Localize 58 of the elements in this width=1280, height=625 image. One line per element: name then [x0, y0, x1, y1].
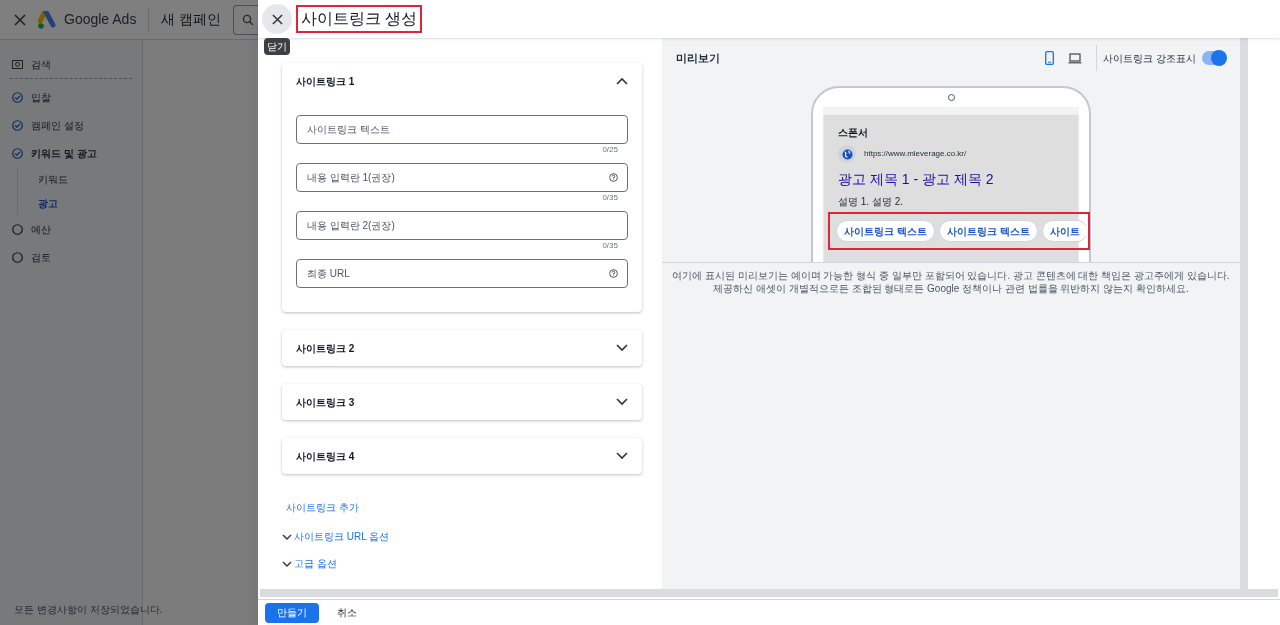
close-icon[interactable] — [14, 13, 26, 26]
sidebar-subitem[interactable]: 키워드 — [18, 167, 142, 191]
tooltip: 닫기 — [264, 38, 290, 55]
chevron-down-icon — [282, 560, 292, 567]
panel-title: 사이트링크 생성 — [298, 7, 421, 31]
sitelink-chip[interactable]: 사이트 — [1041, 220, 1086, 242]
help-icon — [609, 173, 618, 182]
sponsor-label: 스폰서 — [838, 126, 869, 140]
close-button[interactable] — [262, 4, 292, 34]
input-field[interactable]: 사이트링크 텍스트 — [296, 115, 628, 144]
sitelink-title: 사이트링크 1 — [296, 74, 355, 89]
help-icon — [609, 269, 618, 278]
sidebar-subitem[interactable]: 광고 — [18, 191, 142, 215]
horizontal-scrollbar[interactable] — [260, 589, 1278, 597]
create-button[interactable]: 만들기 — [265, 602, 319, 623]
close-icon — [271, 13, 283, 25]
character-counter: 0/35 — [602, 193, 618, 203]
sitelink-title: 사이트링크 2 — [296, 341, 355, 356]
cancel-button[interactable]: 취소 — [327, 602, 367, 623]
campaign-title: 새 캠페인 — [161, 10, 222, 29]
input-field[interactable]: 내용 입력란 2(권장) — [296, 211, 628, 240]
sidebar-item[interactable]: 예산 — [31, 221, 51, 237]
search-icon — [12, 59, 23, 69]
accordion-header[interactable]: 사이트링크 2 — [296, 330, 628, 366]
sidebar-item[interactable]: 캠페인 설정 — [31, 117, 84, 133]
expand-option-link[interactable]: 고급 옵션 — [282, 556, 642, 571]
character-counter: 0/25 — [602, 145, 618, 155]
chevron-down-icon — [282, 533, 292, 540]
sitelink-chip[interactable]: 사이트링크 텍스트 — [938, 220, 1038, 242]
input-field[interactable]: 최종 URL — [296, 259, 628, 288]
disclaimer: 여기에 표시된 미리보기는 예이며 가능한 형식 중 일부만 포함되어 있습니다. 광고 콘텐츠에 대한 책임은 광고주에게 있습니다. 제공하신 애셋이 개별적으로든 조합된 형태로든 Google 정책이나 관련 법률을 위반하지 않는지 확인하세요. — [671, 269, 1231, 295]
accordion-header[interactable]: 사이트링크 1 — [296, 63, 628, 99]
accordion-header[interactable]: 사이트링크 4 — [296, 438, 628, 474]
globe-icon — [838, 145, 856, 163]
sitelink-title: 사이트링크 3 — [296, 395, 355, 410]
sidebar-item[interactable]: 검색 — [31, 56, 51, 72]
toggle-label: 사이트링크 강조표시 — [1103, 51, 1196, 66]
laptop-icon[interactable] — [1068, 52, 1083, 64]
ad-url: https://www.mleverage.co.kr/ — [864, 148, 967, 160]
sidebar-item[interactable]: 키워드 및 광고 — [31, 145, 97, 161]
search-icon — [242, 13, 255, 26]
highlight-toggle[interactable] — [1202, 51, 1226, 65]
sitelink-title: 사이트링크 4 — [296, 449, 355, 464]
ad-description: 설명 1. 설명 2. — [838, 195, 904, 209]
sidebar-item[interactable]: 검토 — [31, 249, 51, 265]
app-name: Google Ads — [64, 10, 137, 29]
phone-icon[interactable] — [1045, 51, 1055, 65]
preview-title: 미리보기 — [676, 50, 720, 66]
input-field[interactable]: 내용 입력란 1(권장) — [296, 163, 628, 192]
add-sitelink-link[interactable]: 사이트링크 추가 — [286, 500, 642, 515]
ad-headline[interactable]: 광고 제목 1 - 광고 제목 2 — [838, 169, 1078, 190]
sitelink-chip[interactable]: 사이트링크 텍스트 — [836, 220, 935, 242]
save-status: 모든 변경사항이 저장되었습니다. — [14, 603, 163, 617]
character-counter: 0/35 — [602, 241, 618, 251]
logo-icon — [38, 10, 58, 29]
sidebar-item[interactable]: 입찰 — [31, 89, 51, 105]
expand-option-link[interactable]: 사이트링크 URL 옵션 — [282, 529, 642, 544]
accordion-header[interactable]: 사이트링크 3 — [296, 384, 628, 420]
